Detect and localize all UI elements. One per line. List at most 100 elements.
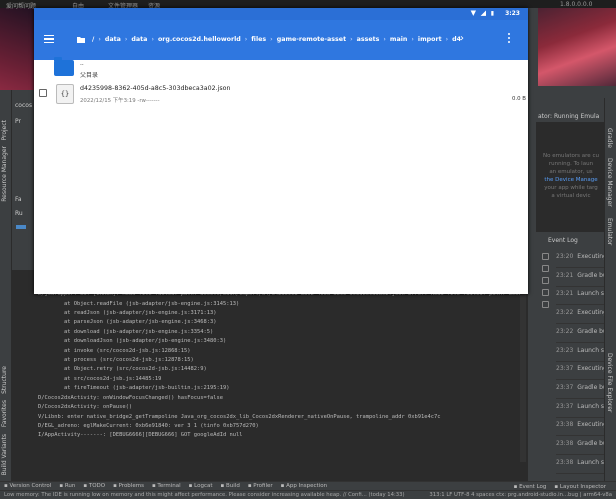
event-log-entry[interactable]: 23:20Executing t xyxy=(556,248,604,268)
more-vert-icon[interactable] xyxy=(508,33,512,45)
event-time: 23:38 xyxy=(556,421,574,429)
desktop-wallpaper xyxy=(528,0,616,98)
tool-window-logcat[interactable]: ▪ Logcat xyxy=(189,483,213,489)
status-time: 3:23 xyxy=(505,10,520,17)
emulator-message-line: an emulator, us xyxy=(549,169,593,175)
event-log-entry[interactable]: 23:22Executing t xyxy=(556,304,604,325)
breadcrumb-item[interactable]: import xyxy=(418,36,442,43)
tab-device-manager[interactable]: Device Manager xyxy=(606,158,613,207)
event-log-entry[interactable]: 23:38Executing t xyxy=(556,416,604,437)
breadcrumb-separator: › xyxy=(98,36,101,43)
tool-window-build[interactable]: ▪ Build xyxy=(221,483,240,489)
window-title: 1.8.0.0.0.0 xyxy=(560,1,593,8)
tool-window-terminal[interactable]: ▪ Terminal xyxy=(152,483,181,489)
event-text: Launch succ xyxy=(577,290,604,298)
filter-icon[interactable] xyxy=(542,277,549,284)
emulator-message: No emulators are cu running. To laun an … xyxy=(538,152,604,200)
parent-label: 父目录 xyxy=(80,72,99,79)
breadcrumb-item[interactable]: org.cocos2d.helloworld xyxy=(158,36,241,43)
breadcrumb-item[interactable]: game-remote-asset xyxy=(277,36,346,43)
event-time: 23:38 xyxy=(556,440,574,447)
event-text: Gradle buil xyxy=(577,440,604,447)
event-text: Executing t xyxy=(577,365,604,373)
log-line: D/Cocos2dxActivity: onPause() xyxy=(38,404,133,411)
tab-resource-manager[interactable]: Resource Manager xyxy=(1,146,8,202)
event-log-entry[interactable]: 23:21Gradle buil xyxy=(556,267,604,287)
tool-window-problems[interactable]: ▪ Problems xyxy=(113,483,144,489)
settings-icon[interactable] xyxy=(542,253,549,260)
log-line: D/EGL_adreno: eglMakeCurrent: 0xb6e91840… xyxy=(38,422,259,429)
tab-build-variants[interactable]: Build Variants xyxy=(1,434,8,475)
tab-favorites[interactable]: Favorites xyxy=(1,400,8,427)
event-text: Executing t xyxy=(577,309,604,317)
tab-project[interactable]: Project xyxy=(1,120,8,141)
run-label: Ru xyxy=(15,210,23,217)
log-line: at invoke (src/cocos2d-jsb.js:12868:15) xyxy=(38,347,191,354)
top-taskbar: 爱问帮问题 自由 文件管理器 资源 1.8.0.0.0.0 xyxy=(0,0,616,10)
file-checkbox[interactable] xyxy=(39,89,47,97)
tab-device-file-explorer[interactable]: Device File Explorer xyxy=(606,353,613,412)
event-log-entry[interactable]: 23:38Launch succ xyxy=(556,454,604,474)
parent-directory-row[interactable] xyxy=(34,57,528,83)
emulator-message-line: a virtual devic xyxy=(551,193,591,199)
event-time: 23:22 xyxy=(556,309,574,317)
log-line: at download (jsb-adapter/jsb-engine.js:3… xyxy=(38,328,214,335)
breadcrumb-item[interactable]: main xyxy=(390,36,407,43)
tool-window-run[interactable]: ▪ Run xyxy=(59,483,75,489)
tool-window-version-control[interactable]: ▪ Version Control xyxy=(4,483,51,489)
event-log-entry[interactable]: 23:38Gradle buil xyxy=(556,435,604,455)
battery-icon: ▮ xyxy=(490,10,494,17)
emulator-side-toolbar xyxy=(528,8,538,98)
tool-window-todo[interactable]: ▪ TODO xyxy=(83,483,105,489)
tool-window-profiler[interactable]: ▪ Profiler xyxy=(248,483,273,489)
emulator-tab[interactable]: Running Emula xyxy=(554,113,599,120)
chevron-right-icon[interactable]: › xyxy=(460,33,464,44)
breadcrumb-item[interactable]: files xyxy=(251,36,266,43)
scroll-icon[interactable] xyxy=(542,265,549,272)
event-text: Launch succ xyxy=(577,458,604,466)
selection-marker xyxy=(16,225,26,229)
breadcrumb-item[interactable]: data xyxy=(105,36,121,43)
top-tab[interactable]: 爱问帮问题 xyxy=(6,1,36,10)
event-log-entry[interactable]: 23:21Launch succ xyxy=(556,285,604,306)
event-log-entry[interactable]: 23:23Launch succ xyxy=(556,342,604,362)
log-line: at Object.readFile (jsb-adapter/jsb-engi… xyxy=(38,300,240,307)
tab-structure[interactable]: Structure xyxy=(1,366,8,394)
tab-gradle[interactable]: Gradle xyxy=(606,128,613,148)
breadcrumb-separator: › xyxy=(270,36,273,43)
signal-icon: ◢ xyxy=(480,9,486,17)
breadcrumb-separator: › xyxy=(350,36,353,43)
file-size: 0.0 B xyxy=(512,96,526,102)
wrap-icon[interactable] xyxy=(542,289,549,296)
breadcrumb-separator: › xyxy=(383,36,386,43)
log-line: at src/cocos2d-jsb.js:14485:19 xyxy=(38,375,162,382)
ide-left-toolstrip: Project Resource Manager Structure Favor… xyxy=(0,90,12,499)
event-log-entry[interactable]: 23:22Gradle buil xyxy=(556,323,604,343)
device-manager-link[interactable]: the Device Manage xyxy=(538,176,604,184)
breadcrumb-item[interactable]: / xyxy=(92,36,94,43)
breadcrumb-separator: › xyxy=(124,36,128,43)
bottom-right-tools: ▪ Event Log ▪ Layout Inspector xyxy=(510,483,610,490)
event-log-entry[interactable]: 23:37Executing t xyxy=(556,360,604,381)
event-text: Executing t xyxy=(577,253,604,260)
log-line: at process (src/cocos2d-jsb.js:12878:15) xyxy=(38,357,194,364)
event-time: 23:21 xyxy=(556,290,574,298)
status-right-info[interactable]: 313:1 LF UTF-8 4 spaces ctx: prg.android… xyxy=(423,492,612,498)
breadcrumb-item[interactable]: assets xyxy=(357,36,380,43)
breadcrumb-item[interactable]: data xyxy=(131,36,147,43)
file-meta: 2022/12/15 下午3:19 -rw------- xyxy=(80,98,160,104)
folder-icon[interactable] xyxy=(77,36,85,43)
menu-icon[interactable] xyxy=(44,35,54,44)
tab-emulator[interactable]: Emulator xyxy=(606,218,613,245)
event-time: 23:22 xyxy=(556,327,574,335)
clear-icon[interactable] xyxy=(542,301,549,308)
breadcrumb-separator: › xyxy=(151,36,154,43)
event-log-entry[interactable]: 23:37Gradle buil xyxy=(556,379,604,399)
event-log-entry[interactable]: 23:37Launch succ xyxy=(556,398,604,418)
event-log-toolbar xyxy=(538,248,554,428)
tool-window-app-inspection[interactable]: ▪ App Inspection xyxy=(281,483,327,489)
json-file-icon: {} xyxy=(56,84,74,104)
event-time: 23:38 xyxy=(556,458,574,466)
panel-label: Pr xyxy=(15,118,21,125)
status-message[interactable]: Low memory: The IDE is running low on me… xyxy=(4,492,405,498)
